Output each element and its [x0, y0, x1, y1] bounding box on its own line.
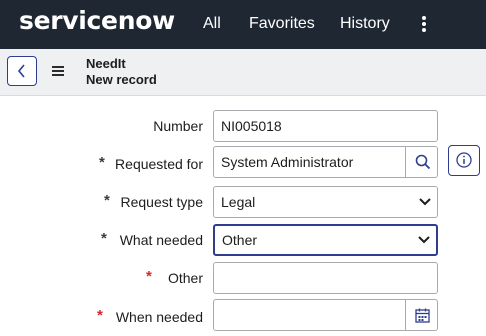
info-button[interactable] [448, 145, 480, 176]
required-marker: * [101, 230, 107, 247]
hamburger-icon[interactable] [52, 66, 64, 76]
number-field[interactable]: NI005018 [213, 110, 438, 142]
when-needed-field[interactable] [213, 299, 406, 331]
when-needed-label: When needed [115, 309, 203, 325]
search-icon [415, 154, 431, 170]
other-label: Other [167, 270, 203, 286]
chevron-down-icon [419, 198, 431, 206]
servicenow-logo[interactable]: servicenow [19, 6, 175, 35]
back-button[interactable] [7, 56, 37, 86]
record-title: New record [86, 72, 157, 87]
lookup-button[interactable] [405, 146, 438, 178]
requested-for-label: Requested for [115, 156, 203, 172]
required-marker: * [104, 192, 110, 209]
number-label: Number [153, 118, 203, 134]
table-name: NeedIt [86, 56, 126, 71]
what-needed-select[interactable]: Other [213, 224, 438, 256]
request-type-value: Legal [221, 194, 256, 210]
nav-history[interactable]: History [340, 15, 390, 33]
other-field[interactable] [213, 262, 438, 294]
request-type-select[interactable]: Legal [213, 186, 438, 218]
calendar-button[interactable] [405, 299, 438, 331]
what-needed-label: What needed [119, 232, 203, 248]
nav-all[interactable]: All [203, 15, 221, 33]
required-marker: * [146, 268, 152, 285]
nav-favorites[interactable]: Favorites [249, 15, 315, 33]
requested-for-field[interactable]: System Administrator [213, 146, 406, 178]
form-header: NeedIt New record [0, 49, 486, 96]
required-marker: * [99, 154, 105, 171]
calendar-icon [415, 308, 430, 323]
more-vertical-icon[interactable] [417, 13, 431, 33]
info-icon [456, 152, 472, 168]
top-navigation-bar: servicenow All Favorites History [0, 0, 486, 49]
what-needed-value: Other [222, 232, 258, 248]
required-marker: * [97, 307, 103, 324]
chevron-left-icon [17, 64, 25, 78]
request-type-label: Request type [120, 194, 204, 210]
chevron-down-icon [418, 236, 430, 244]
